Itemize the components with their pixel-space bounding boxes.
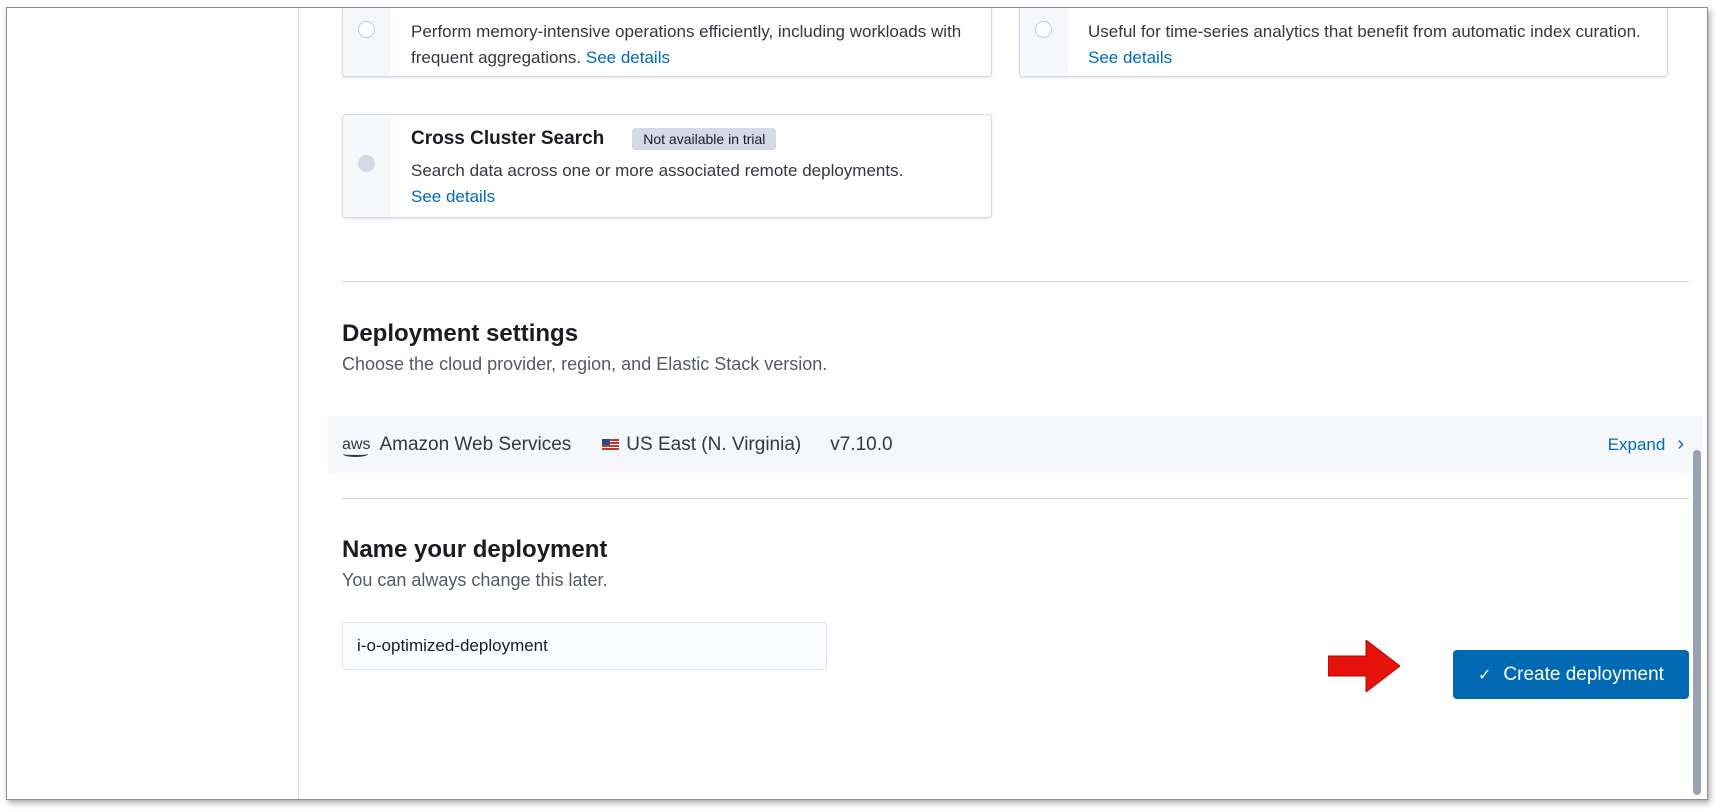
expand-button[interactable]: Expand › xyxy=(1608,433,1684,456)
template-card-cross-cluster-search: Cross Cluster Search Not available in tr… xyxy=(342,114,992,218)
app-window: Perform memory-intensive operations effi… xyxy=(6,7,1708,800)
main-content: Perform memory-intensive operations effi… xyxy=(299,8,1703,799)
stack-version: v7.10.0 xyxy=(830,433,893,455)
deployment-name-input[interactable] xyxy=(342,622,827,670)
see-details-link[interactable]: See details xyxy=(1088,48,1172,67)
card-title: Cross Cluster Search xyxy=(411,128,605,149)
card-description: Useful for time-series analytics that be… xyxy=(1088,22,1641,41)
expand-label: Expand xyxy=(1607,434,1666,454)
see-details-link[interactable]: See details xyxy=(411,187,495,206)
red-arrow-icon xyxy=(1328,640,1400,692)
template-card-index-curation[interactable]: Useful for time-series analytics that be… xyxy=(1019,8,1668,77)
see-details-link[interactable]: See details xyxy=(586,48,670,67)
name-deployment-title: Name your deployment xyxy=(342,536,608,563)
card-description: Search data across one or more associate… xyxy=(411,161,904,180)
scrollbar[interactable] xyxy=(1693,450,1701,795)
not-available-badge: Not available in trial xyxy=(632,128,777,150)
create-deployment-label: Create deployment xyxy=(1503,663,1664,685)
deployment-settings-title: Deployment settings xyxy=(342,320,579,347)
section-divider xyxy=(342,281,1689,282)
cloud-provider: Amazon Web Services xyxy=(379,433,572,455)
section-divider xyxy=(342,498,1689,499)
aws-logo-icon: aws xyxy=(342,435,371,457)
radio-index-curation[interactable] xyxy=(1035,21,1052,38)
check-icon: ✓ xyxy=(1478,666,1492,684)
left-sidebar xyxy=(7,8,299,799)
create-deployment-button[interactable]: ✓ Create deployment xyxy=(1453,650,1689,699)
card-description: Perform memory-intensive operations effi… xyxy=(411,22,962,67)
radio-memory-optimized[interactable] xyxy=(358,21,375,38)
name-deployment-subtitle: You can always change this later. xyxy=(342,570,608,590)
us-flag-icon xyxy=(602,439,620,450)
deployment-settings-subtitle: Choose the cloud provider, region, and E… xyxy=(342,354,828,374)
radio-cross-cluster-search xyxy=(358,155,375,172)
region: US East (N. Virginia) xyxy=(626,433,802,455)
deployment-settings-summary[interactable]: aws Amazon Web Services US East (N. Virg… xyxy=(328,416,1703,473)
template-card-memory-optimized[interactable]: Perform memory-intensive operations effi… xyxy=(342,8,992,77)
chevron-right-icon: › xyxy=(1677,433,1684,455)
